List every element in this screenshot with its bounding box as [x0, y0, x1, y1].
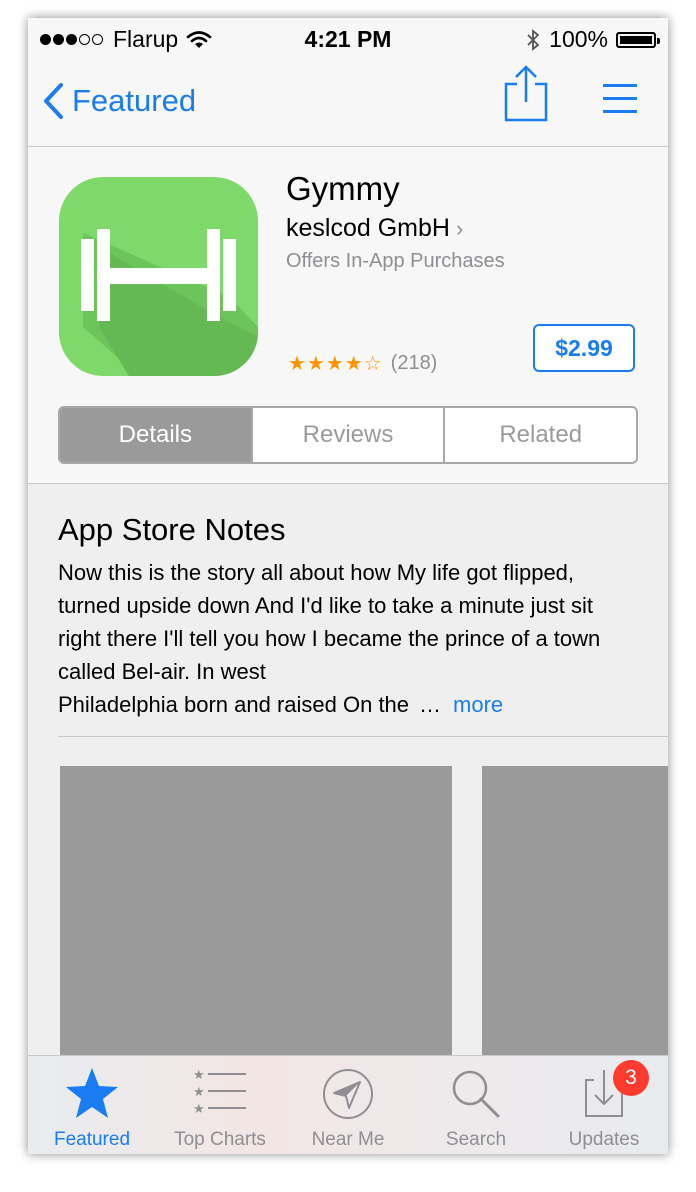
- tab-near-me[interactable]: Near Me: [284, 1056, 412, 1154]
- notes-title: App Store Notes: [58, 512, 286, 547]
- rating-count: (218): [390, 352, 438, 374]
- more-link[interactable]: more: [453, 688, 503, 721]
- tab-featured[interactable]: Featured: [28, 1056, 156, 1154]
- app-store-screen: Flarup 4:21 PM 100% Featured Gymmy keslc…: [28, 18, 668, 1154]
- status-right: 100%: [525, 26, 660, 53]
- screenshot-placeholder-1[interactable]: [60, 766, 452, 1086]
- price-button[interactable]: $2.99: [533, 324, 635, 372]
- screenshot-placeholder-2[interactable]: [482, 766, 668, 1086]
- app-icon: [59, 177, 258, 376]
- tab-updates[interactable]: 3 Updates: [540, 1056, 668, 1154]
- app-name: Gymmy: [286, 170, 400, 207]
- dumbbell-icon: [59, 177, 258, 376]
- svg-text:★: ★: [193, 1085, 205, 1100]
- star-rating-icon: ★★★★☆: [288, 353, 383, 375]
- back-button[interactable]: Featured: [42, 82, 196, 120]
- updates-badge: 3: [613, 1060, 649, 1096]
- tab-bar: Featured ★ ★ ★ Top Charts Near Me Search…: [28, 1055, 668, 1154]
- chevron-right-icon: ›: [455, 215, 464, 241]
- divider: [58, 736, 668, 737]
- developer-link[interactable]: keslcod GmbH ›: [286, 214, 463, 243]
- svg-text:★: ★: [193, 1102, 205, 1117]
- tab-top-charts[interactable]: ★ ★ ★ Top Charts: [156, 1056, 284, 1154]
- in-app-purchases-note: Offers In-App Purchases: [286, 250, 505, 272]
- rating[interactable]: ★★★★☆ (218): [288, 351, 437, 376]
- star-icon: [66, 1068, 118, 1118]
- battery-percent: 100%: [549, 26, 608, 52]
- svg-text:★: ★: [193, 1068, 205, 1083]
- list-stars-icon: ★ ★ ★: [193, 1068, 246, 1117]
- ellipsis: …: [419, 692, 442, 717]
- navigation-bar: Featured: [28, 58, 668, 147]
- segmented-control: Details Reviews Related: [58, 406, 638, 464]
- battery-icon: [616, 31, 660, 48]
- tab-reviews[interactable]: Reviews: [250, 408, 444, 462]
- tab-label: Search: [445, 1129, 507, 1150]
- tab-label: Featured: [53, 1129, 131, 1150]
- location-arrow-icon: [323, 1069, 373, 1119]
- tab-label: Near Me: [311, 1129, 385, 1150]
- tab-label: Top Charts: [174, 1129, 266, 1150]
- back-label: Featured: [72, 83, 197, 118]
- notes-last-line-text: Philadelphia born and raised On the: [58, 692, 410, 717]
- status-bar: Flarup 4:21 PM 100%: [28, 18, 668, 58]
- tab-search[interactable]: Search: [412, 1056, 540, 1154]
- details-content: App Store Notes Now this is the story al…: [28, 483, 668, 1086]
- list-icon[interactable]: [602, 82, 638, 116]
- tab-label: Updates: [568, 1129, 640, 1150]
- notes-last-line: Philadelphia born and raised On the … mo…: [58, 688, 503, 721]
- chevron-left-icon: [44, 83, 63, 119]
- notes-body: Now this is the story all about how My l…: [58, 560, 601, 684]
- share-icon[interactable]: [502, 64, 550, 122]
- magnifier-icon: [452, 1070, 500, 1118]
- tab-details[interactable]: Details: [60, 408, 251, 462]
- developer-name: keslcod GmbH: [286, 214, 450, 242]
- tab-related[interactable]: Related: [443, 408, 636, 462]
- bluetooth-icon: [527, 28, 540, 51]
